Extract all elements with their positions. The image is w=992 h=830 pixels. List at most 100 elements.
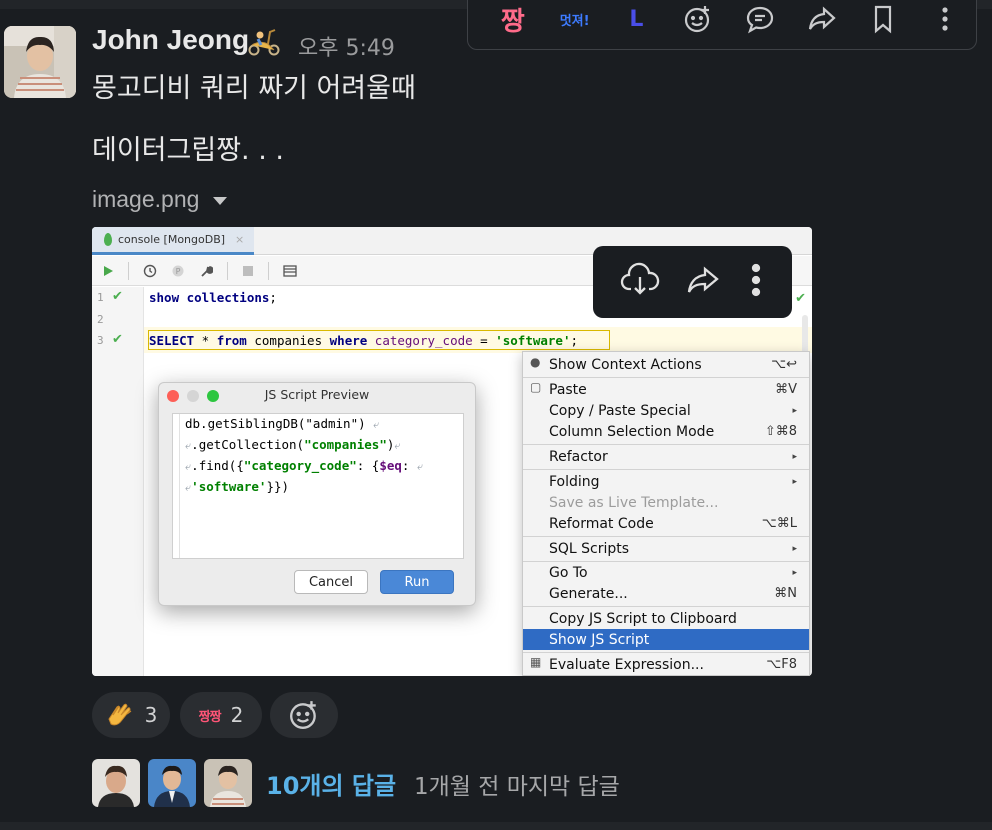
ide-tab-label: console [MongoDB]	[118, 233, 226, 246]
menu-item: Generate... ⌘N	[523, 583, 809, 604]
menu-item-shortcut: ⌥⌘L	[761, 516, 797, 531]
success-check-icon: ✔	[112, 289, 123, 304]
message-text-line: 몽고디비 쿼리 짜기 어려울때	[92, 73, 416, 104]
add-reaction-icon	[290, 701, 316, 729]
cancel-button: Cancel	[294, 570, 368, 594]
line-number: 2	[97, 313, 104, 326]
reply-avatar[interactable]	[204, 759, 252, 807]
reply-avatar[interactable]	[92, 759, 140, 807]
run-icon	[104, 265, 113, 276]
menu-item: Column Selection Mode ⇧⌘8	[523, 421, 809, 442]
code-string: "companies"	[304, 437, 387, 452]
ide-console-tab: console [MongoDB] ×	[92, 227, 254, 255]
submenu-arrow-icon: ▸	[792, 451, 797, 462]
replies-link[interactable]: 10개의 답글	[266, 766, 396, 801]
soft-wrap-icon: ⤶	[416, 460, 424, 473]
author-name[interactable]: John Jeong	[92, 24, 249, 56]
menu-item: Paste ⌘V	[523, 379, 809, 400]
code-line: ⤶.getCollection("companies")⤶	[185, 437, 401, 453]
add-reaction-button[interactable]	[667, 0, 729, 43]
svg-text:P: P	[176, 267, 181, 276]
menu-item: Evaluate Expression... ⌥F8	[523, 654, 809, 675]
menu-item-label: Generate...	[549, 585, 628, 602]
code-identifier: $eq	[379, 458, 402, 473]
jjangjjang-emoji: 짱짱	[198, 709, 222, 725]
success-check-icon: ✔	[795, 291, 806, 306]
menu-item-shortcut: ⌥F8	[766, 657, 797, 672]
code-text: .getCollection(	[191, 437, 305, 452]
code-keyword: from	[216, 333, 247, 348]
reaction-count: 3	[144, 703, 158, 727]
close-icon: ×	[235, 233, 245, 246]
context-menu: ● Show Context Actions ⌥↩ ▢ Paste ⌘V Copy …	[522, 351, 810, 676]
menu-item-label: Reformat Code	[549, 515, 654, 532]
code-string: "category_code"	[243, 458, 357, 473]
message-text-line: 데이터그립짱. . .	[92, 135, 284, 166]
attachment-filename[interactable]: image.png	[92, 186, 228, 213]
menu-item: Copy / Paste Special ▸	[523, 400, 809, 421]
add-reaction-button[interactable]	[270, 692, 338, 738]
code-keyword: show collections	[149, 290, 270, 305]
menu-item-shortcut: ⌥↩	[771, 357, 797, 372]
image-actions-overlay	[593, 246, 792, 318]
reply-avatar[interactable]	[148, 759, 196, 807]
avatar-photo	[204, 759, 252, 807]
menu-item: Copy JS Script to Clipboard	[523, 608, 809, 629]
table-icon	[283, 264, 297, 277]
reaction-clap[interactable]: 3	[92, 692, 170, 738]
run-button: Run	[380, 570, 454, 594]
submenu-arrow-icon: ▸	[792, 567, 797, 578]
submenu-arrow-icon: ▸	[792, 405, 797, 416]
menu-item: SQL Scripts ▸	[523, 538, 809, 559]
code-line: ⤶.find({"category_code": {$eq: ⤶	[185, 458, 423, 474]
code-text: : {	[356, 458, 380, 473]
reaction-jjangjjang[interactable]: 짱짱 2	[180, 692, 262, 738]
vertical-ellipsis-icon	[942, 7, 948, 31]
code-text: ;	[570, 333, 579, 348]
reaction-jjang-button[interactable]: 짱	[482, 0, 544, 43]
dialog-code-editor: db.getSiblingDB("admin") ⤶ ⤶ .getCollecti…	[172, 413, 464, 559]
avatar-photo	[92, 759, 140, 807]
reaction-l-button[interactable]: L	[606, 0, 668, 43]
share-image-button[interactable]	[685, 263, 721, 301]
menu-item-label: Refactor	[549, 448, 608, 465]
thread-icon	[746, 6, 773, 34]
reaction-meotjyeo-button[interactable]: 멋져!	[544, 0, 606, 43]
attachment-filename-label: image.png	[92, 186, 200, 212]
more-actions-button[interactable]	[914, 0, 976, 43]
code-text: :	[401, 458, 410, 473]
js-script-preview-dialog: JS Script Preview db.getSiblingDB("admin…	[158, 382, 476, 606]
menu-item: Save as Live Template...	[523, 492, 809, 513]
code-line: db.getSiblingDB("admin") ⤶	[185, 416, 379, 432]
message-timestamp[interactable]: 오후 5:49	[298, 30, 395, 62]
stop-icon	[243, 265, 253, 276]
success-check-icon: ✔	[112, 332, 123, 347]
code-text: .find({	[191, 458, 244, 473]
menu-item-label: Show Context Actions	[549, 356, 702, 373]
pin-icon: P	[172, 265, 184, 276]
submenu-arrow-icon: ▸	[792, 543, 797, 554]
menu-item: Refactor ▸	[523, 446, 809, 467]
bottom-divider	[0, 822, 992, 830]
menu-separator	[523, 469, 809, 470]
submenu-arrow-icon: ▸	[792, 476, 797, 487]
share-arrow-icon	[687, 266, 719, 293]
avatar-photo	[4, 26, 76, 98]
menu-item-label: Save as Live Template...	[549, 494, 719, 511]
share-message-button[interactable]	[791, 0, 853, 43]
download-button[interactable]	[620, 262, 660, 302]
reply-in-thread-button[interactable]	[729, 0, 791, 43]
image-more-button[interactable]	[746, 262, 766, 302]
menu-item-label: Copy / Paste Special	[549, 402, 691, 419]
message-actions-toolbar: 짱 멋져! L	[467, 0, 977, 50]
menu-item-label: Go To	[549, 564, 588, 581]
code-text: }})	[266, 479, 290, 494]
code-line: ⤶'software'}})	[185, 479, 289, 495]
chevron-down-icon[interactable]	[213, 196, 228, 205]
author-avatar[interactable]	[4, 26, 76, 98]
save-bookmark-button[interactable]	[853, 0, 915, 43]
vertical-ellipsis-icon	[751, 263, 760, 297]
toolbar-divider	[268, 261, 269, 280]
avatar-photo	[148, 759, 196, 807]
reaction-count: 2	[230, 703, 244, 727]
